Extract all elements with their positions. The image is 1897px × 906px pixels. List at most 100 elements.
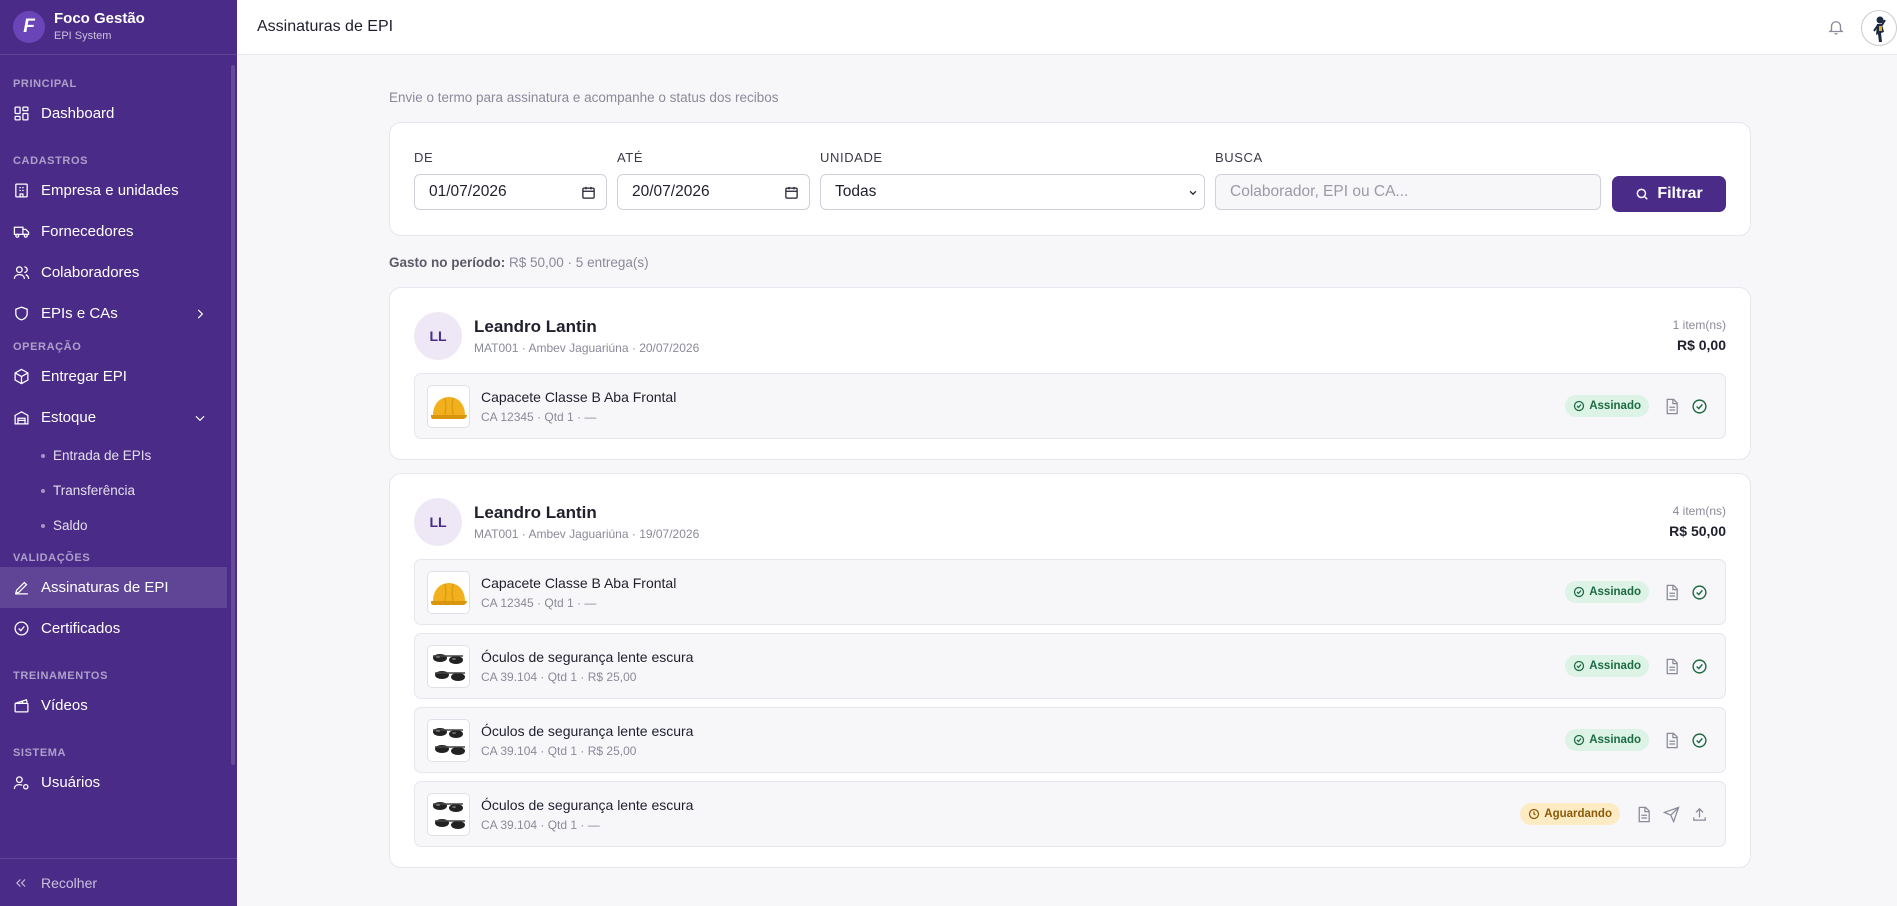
sidebar-item-label: Assinaturas de EPI [41,579,169,596]
upload-icon[interactable] [1691,806,1708,823]
filter-ate-label: ATÉ [617,150,644,165]
filter-de: DE 01/07/2026 [414,150,607,210]
document-icon[interactable] [1635,806,1652,823]
summary-value: R$ 50,00 · 5 entrega(s) [509,255,649,270]
document-icon[interactable] [1663,732,1680,749]
sidebar-item-colaboradores[interactable]: Colaboradores [0,252,227,293]
sidebar-item-label: Estoque [41,409,97,426]
filter-de-label: DE [414,150,434,165]
status-badge: Assinado [1565,655,1649,677]
section-principal: PRINCIPAL [13,78,77,90]
search-input[interactable]: Colaborador, EPI ou CA... [1215,174,1601,210]
sidebar-item-certificados[interactable]: Certificados [0,608,227,649]
item-row: Óculos de segurança lente escura CA 39.10… [414,781,1726,847]
chevron-down-icon [1189,190,1197,196]
sidebar-subitem-entrada[interactable]: Entrada de EPIs [0,438,237,473]
sidebar-item-assinaturas[interactable]: Assinaturas de EPI [0,567,227,608]
bullet-icon [41,523,45,528]
search-placeholder: Colaborador, EPI ou CA... [1230,183,1409,200]
filter-unidade: UNIDADE Todas [820,150,1205,210]
sidebar-item-label: Colaboradores [41,264,140,281]
entregas-list: LL Leandro Lantin MAT001 · Ambev Jaguariún… [389,287,1751,868]
bullet-icon [41,488,45,493]
section-cadastros: CADASTROS [13,155,89,167]
entrega-total: R$ 0,00 [1676,337,1726,353]
sidebar-subitem-transferencia[interactable]: Transferência [0,473,237,508]
status-label: Assinado [1589,586,1641,598]
status-badge: Assinado [1565,395,1649,417]
filter-button[interactable]: Filtrar [1612,176,1726,212]
status-label: Aguardando [1544,808,1612,820]
clapperboard-icon [13,697,30,714]
collapse-sidebar-button[interactable]: Recolher [0,858,237,906]
topbar: Assinaturas de EPI [237,0,1897,55]
document-icon[interactable] [1663,584,1680,601]
check-circle-icon[interactable] [1691,658,1708,675]
section-treinamentos: TREINAMENTOS [13,670,109,682]
entrega-meta: MAT001 · Ambev Jaguariúna · 19/07/2026 [474,527,700,541]
sidebar-item-label: Entregar EPI [41,368,127,385]
status-label: Assinado [1589,734,1641,746]
item-name: Óculos de segurança lente escura [481,649,694,665]
page-subtitle: Envie o termo para assinatura e acompanh… [389,90,779,105]
item-row: Capacete Classe B Aba Frontal CA 12345 · … [414,373,1726,439]
entrega-card: LL Leandro Lantin MAT001 · Ambev Jaguariún… [389,287,1751,460]
check-circle-icon [1573,400,1589,412]
entrega-header: LL Leandro Lantin MAT001 · Ambev Jaguariún… [414,474,1726,559]
sidebar-subitem-label: Entrada de EPIs [53,448,152,463]
avatar[interactable] [1861,10,1897,46]
status-label: Assinado [1589,660,1641,672]
item-name: Óculos de segurança lente escura [481,723,694,739]
date-from-value: 01/07/2026 [429,183,507,200]
period-summary: Gasto no período: R$ 50,00 · 5 entrega(s… [389,255,1751,273]
sidebar-item-empresa[interactable]: Empresa e unidades [0,170,227,211]
calendar-icon[interactable] [784,185,799,200]
date-to-value: 20/07/2026 [632,183,710,200]
summary-label: Gasto no período: [389,255,506,270]
check-circle-icon [1573,660,1589,672]
sidebar-item-label: Dashboard [41,105,115,122]
sidebar-item-label: Certificados [41,620,121,637]
sidebar-item-estoque[interactable]: Estoque [0,397,227,438]
sidebar-item-entregar[interactable]: Entregar EPI [0,356,227,397]
sidebar-item-fornecedores[interactable]: Fornecedores [0,211,227,252]
date-from-input[interactable]: 01/07/2026 [414,174,607,210]
chevrons-left-icon [16,878,26,887]
date-to-input[interactable]: 20/07/2026 [617,174,810,210]
item-meta: CA 12345 · Qtd 1 · — [481,596,597,610]
calendar-icon[interactable] [581,185,596,200]
truck-icon [13,223,30,240]
check-circle-icon[interactable] [1691,398,1708,415]
status-badge: Assinado [1565,729,1649,751]
document-icon[interactable] [1663,398,1680,415]
sidebar-item-dashboard[interactable]: Dashboard [0,93,227,134]
filter-busca-label: BUSCA [1215,150,1263,165]
document-icon[interactable] [1663,658,1680,675]
item-row: Óculos de segurança lente escura CA 39.10… [414,707,1726,773]
item-meta: CA 39.104 · Qtd 1 · — [481,818,600,832]
sidebar-item-label: EPIs e CAs [41,305,118,322]
sidebar-item-epis[interactable]: EPIs e CAs [0,293,227,334]
main-content: Envie o termo para assinatura e acompanh… [389,55,1751,868]
check-circle-icon[interactable] [1691,584,1708,601]
sidebar-item-videos[interactable]: Vídeos [0,685,227,726]
status-badge: Aguardando [1520,803,1620,825]
unidade-select[interactable]: Todas [820,174,1205,210]
unidade-value: Todas [835,183,877,200]
brand-logo: F [13,11,45,43]
bell-icon[interactable] [1827,18,1845,36]
shield-icon [13,305,30,322]
entrega-card: LL Leandro Lantin MAT001 · Ambev Jaguariún… [389,473,1751,868]
section-operacao: OPERAÇÃO [13,341,82,353]
entrega-header: LL Leandro Lantin MAT001 · Ambev Jaguariún… [414,288,1726,373]
brand[interactable]: F Foco Gestão EPI System [0,0,237,55]
sidebar-item-label: Fornecedores [41,223,134,240]
sidebar-scrollbar[interactable] [231,65,235,765]
send-icon[interactable] [1662,806,1680,824]
avatar-image [1873,16,1886,42]
sidebar-item-usuarios[interactable]: Usuários [0,762,227,803]
check-circle-icon[interactable] [1691,732,1708,749]
avatar-initials: LL [414,498,462,546]
status-badge: Assinado [1565,581,1649,603]
sidebar-subitem-saldo[interactable]: Saldo [0,508,237,543]
